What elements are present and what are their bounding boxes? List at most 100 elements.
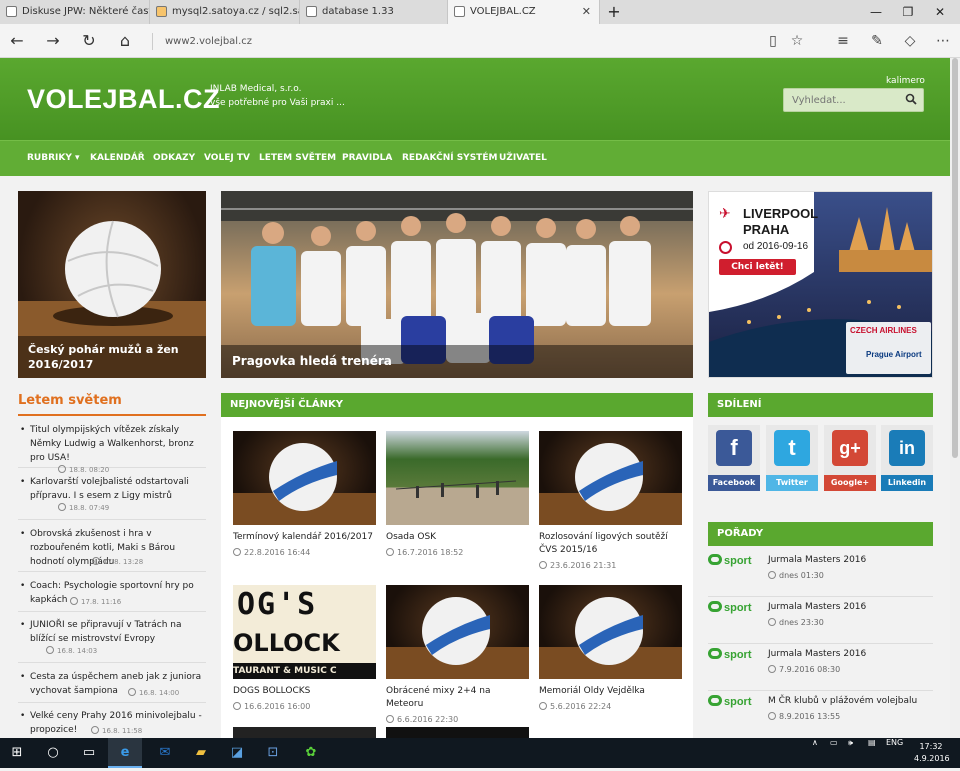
edge-icon[interactable]: e xyxy=(108,738,142,768)
outlook-icon[interactable]: ✉ xyxy=(148,738,182,768)
ct-sport-logo: sport xyxy=(708,601,752,614)
new-tab-button[interactable]: + xyxy=(598,0,630,24)
article-card[interactable]: Obrácené mixy 2+4 na Meteoru 6.6.2016 22… xyxy=(386,585,529,724)
reading-view-icon[interactable]: ▯ xyxy=(762,30,784,52)
advertisement-banner[interactable]: ✈ LIVERPOOL PRAHA od 2016-09-16 Chci let… xyxy=(708,191,933,378)
news-item[interactable]: Titul olympijských vítězek získaly Němky… xyxy=(18,423,206,474)
main-menu: RUBRIKY ▾ KALENDÁŘ ODKAZY VOLEJ TV LETEM… xyxy=(0,140,950,176)
ad-destination: LIVERPOOL PRAHA xyxy=(743,206,819,237)
news-item[interactable]: Karlovarští volejbalisté odstartovali př… xyxy=(18,475,206,520)
article-card[interactable]: Memoriál Oldy Vejdělka 5.6.2016 22:24 xyxy=(539,585,682,711)
action-center-icon[interactable]: ▤ xyxy=(868,738,876,768)
more-icon[interactable]: ⋯ xyxy=(932,30,954,52)
clock-icon xyxy=(386,548,394,556)
article-thumb-partial[interactable] xyxy=(233,727,376,738)
program-item[interactable]: sport M ČR klubů v plážovém volejbalu 8.… xyxy=(708,691,933,738)
scrollbar-thumb[interactable] xyxy=(952,58,958,458)
clock-display[interactable]: 17:32 4.9.2016 xyxy=(914,741,950,771)
news-item[interactable]: Coach: Psychologie sportovní hry po kapk… xyxy=(18,579,206,612)
icq-icon[interactable]: ✿ xyxy=(294,738,328,768)
url-field[interactable]: www2.volejbal.cz xyxy=(152,33,752,50)
web-note-icon[interactable]: ✎ xyxy=(866,30,888,52)
home-icon[interactable]: ⌂ xyxy=(114,30,136,52)
share-icon[interactable]: ◇ xyxy=(899,30,921,52)
restore-icon[interactable]: ❐ xyxy=(892,0,924,24)
favorite-star-icon[interactable]: ☆ xyxy=(786,30,808,52)
ad-cta-button[interactable]: Chci letět! xyxy=(719,259,796,275)
network-app-icon[interactable]: ⊡ xyxy=(256,738,290,768)
news-date: 17.8. 11:16 xyxy=(70,597,121,606)
volleyball-image xyxy=(233,431,376,525)
minimize-icon[interactable]: — xyxy=(860,0,892,24)
section-title-latest: NEJNOVĚJŠÍ ČLÁNKY xyxy=(221,393,693,417)
windows-start-icon[interactable]: ⊞ xyxy=(0,738,34,768)
volleyball-image xyxy=(539,431,682,525)
task-view-icon[interactable]: ▭ xyxy=(72,738,106,768)
twitter-icon: t xyxy=(774,430,810,466)
site-logo[interactable]: VOLEJBAL.CZ xyxy=(27,84,220,115)
language-indicator[interactable]: ENG xyxy=(886,738,903,768)
twitter-share-button[interactable]: t Twitter xyxy=(766,425,818,491)
news-date: 16.8. 11:58 xyxy=(91,726,142,735)
search-icon[interactable]: ○ xyxy=(36,738,70,768)
menu-item-pravidla[interactable]: PRAVIDLA xyxy=(342,153,392,163)
forward-icon[interactable]: → xyxy=(42,30,64,52)
refresh-icon[interactable]: ↻ xyxy=(78,30,100,52)
back-icon[interactable]: ← xyxy=(6,30,28,52)
hub-icon[interactable]: ≡ xyxy=(832,30,854,52)
article-card[interactable]: Termínový kalendář 2016/2017 22.8.2016 1… xyxy=(233,431,376,557)
close-tab-icon[interactable]: ✕ xyxy=(582,0,591,24)
google-plus-icon: g+ xyxy=(832,430,868,466)
tray-chevron-icon[interactable]: ∧ xyxy=(812,738,818,768)
news-date: 17.8. 13:28 xyxy=(92,557,143,566)
facebook-share-button[interactable]: f Facebook xyxy=(708,425,760,491)
article-card[interactable]: OG'S OLLOCK TAURANT & MUSIC C DOGS BOLLO… xyxy=(233,585,376,711)
ct-sport-logo: sport xyxy=(708,648,752,661)
browser-tab-active[interactable]: VOLEJBAL.CZ ✕ xyxy=(448,0,600,24)
section-divider xyxy=(18,414,206,416)
program-item[interactable]: sport Jurmala Masters 2016 dnes 23:30 xyxy=(708,597,933,644)
windows-taskbar: ⊞ ○ ▭ e ✉ ▰ ◪ ⊡ ✿ ∧ ▭ 🕪 ▤ ENG 17:32 4.9.… xyxy=(0,738,960,768)
linkedin-share-button[interactable]: in Linkedin xyxy=(881,425,933,491)
volume-icon[interactable]: 🕪 xyxy=(848,738,853,768)
username-link[interactable]: kalimero xyxy=(886,76,925,86)
clock-icon xyxy=(46,646,54,654)
sponsor-block[interactable]: INLAB Medical, s.r.o. vše potřebné pro V… xyxy=(210,82,345,110)
browser-tab[interactable]: mysql2.satoya.cz / sql2.sato xyxy=(150,0,300,24)
file-explorer-icon[interactable]: ▰ xyxy=(184,738,218,768)
search-icon[interactable] xyxy=(905,93,917,105)
menu-item-uzivatel[interactable]: UŽIVATEL xyxy=(499,153,547,163)
menu-item-odkazy[interactable]: ODKAZY xyxy=(153,153,195,163)
article-card[interactable]: Rozlosování ligových soutěží ČVS 2015/16… xyxy=(539,431,682,570)
dogs-bollocks-image: OG'S OLLOCK TAURANT & MUSIC C xyxy=(233,585,376,679)
article-card[interactable]: Osada OSK 16.7.2016 18:52 xyxy=(386,431,529,557)
section-title-letem-svetem[interactable]: Letem světem xyxy=(18,393,122,408)
page-scrollbar[interactable] xyxy=(950,58,960,738)
network-tray-icon[interactable]: ▭ xyxy=(830,738,838,768)
featured-article-pragovka[interactable]: Pragovka hledá trenéra xyxy=(221,191,693,378)
program-item[interactable]: sport Jurmala Masters 2016 dnes 01:30 xyxy=(708,550,933,597)
clock-icon xyxy=(539,702,547,710)
browser-tab[interactable]: database 1.33 xyxy=(300,0,448,24)
page-icon xyxy=(6,6,17,17)
article-thumb-partial[interactable] xyxy=(386,727,529,738)
search-input[interactable] xyxy=(784,89,902,111)
program-item[interactable]: sport Jurmala Masters 2016 7.9.2016 08:3… xyxy=(708,644,933,691)
menu-item-rubriky[interactable]: RUBRIKY ▾ xyxy=(27,153,80,163)
clock-icon xyxy=(386,715,394,723)
menu-item-letem-svetem[interactable]: LETEM SVĚTEM xyxy=(259,153,336,163)
menu-item-redakcni-system[interactable]: REDAKČNÍ SYSTÉM xyxy=(402,153,497,163)
featured-caption: Pragovka hledá trenéra xyxy=(221,345,693,378)
clock-icon xyxy=(233,702,241,710)
news-item[interactable]: JUNIOŘI se připravují v Tatrách na blíží… xyxy=(18,618,206,663)
googleplus-share-button[interactable]: g+ Google+ xyxy=(824,425,876,491)
news-date: 16.8. 14:00 xyxy=(128,688,179,697)
app-icon[interactable]: ◪ xyxy=(220,738,254,768)
menu-item-kalendar[interactable]: KALENDÁŘ xyxy=(90,153,145,163)
news-item[interactable]: Cesta za úspěchem aneb jak z juniora vyc… xyxy=(18,670,206,703)
browser-tab[interactable]: Diskuse JPW: Některé časte xyxy=(0,0,150,24)
airplane-icon: ✈ xyxy=(719,206,731,222)
featured-article-cesky-pohar[interactable]: Český pohár mužů a žen 2016/2017 xyxy=(18,191,206,378)
close-window-icon[interactable]: ✕ xyxy=(924,0,956,24)
menu-item-volej-tv[interactable]: VOLEJ TV xyxy=(204,153,250,163)
